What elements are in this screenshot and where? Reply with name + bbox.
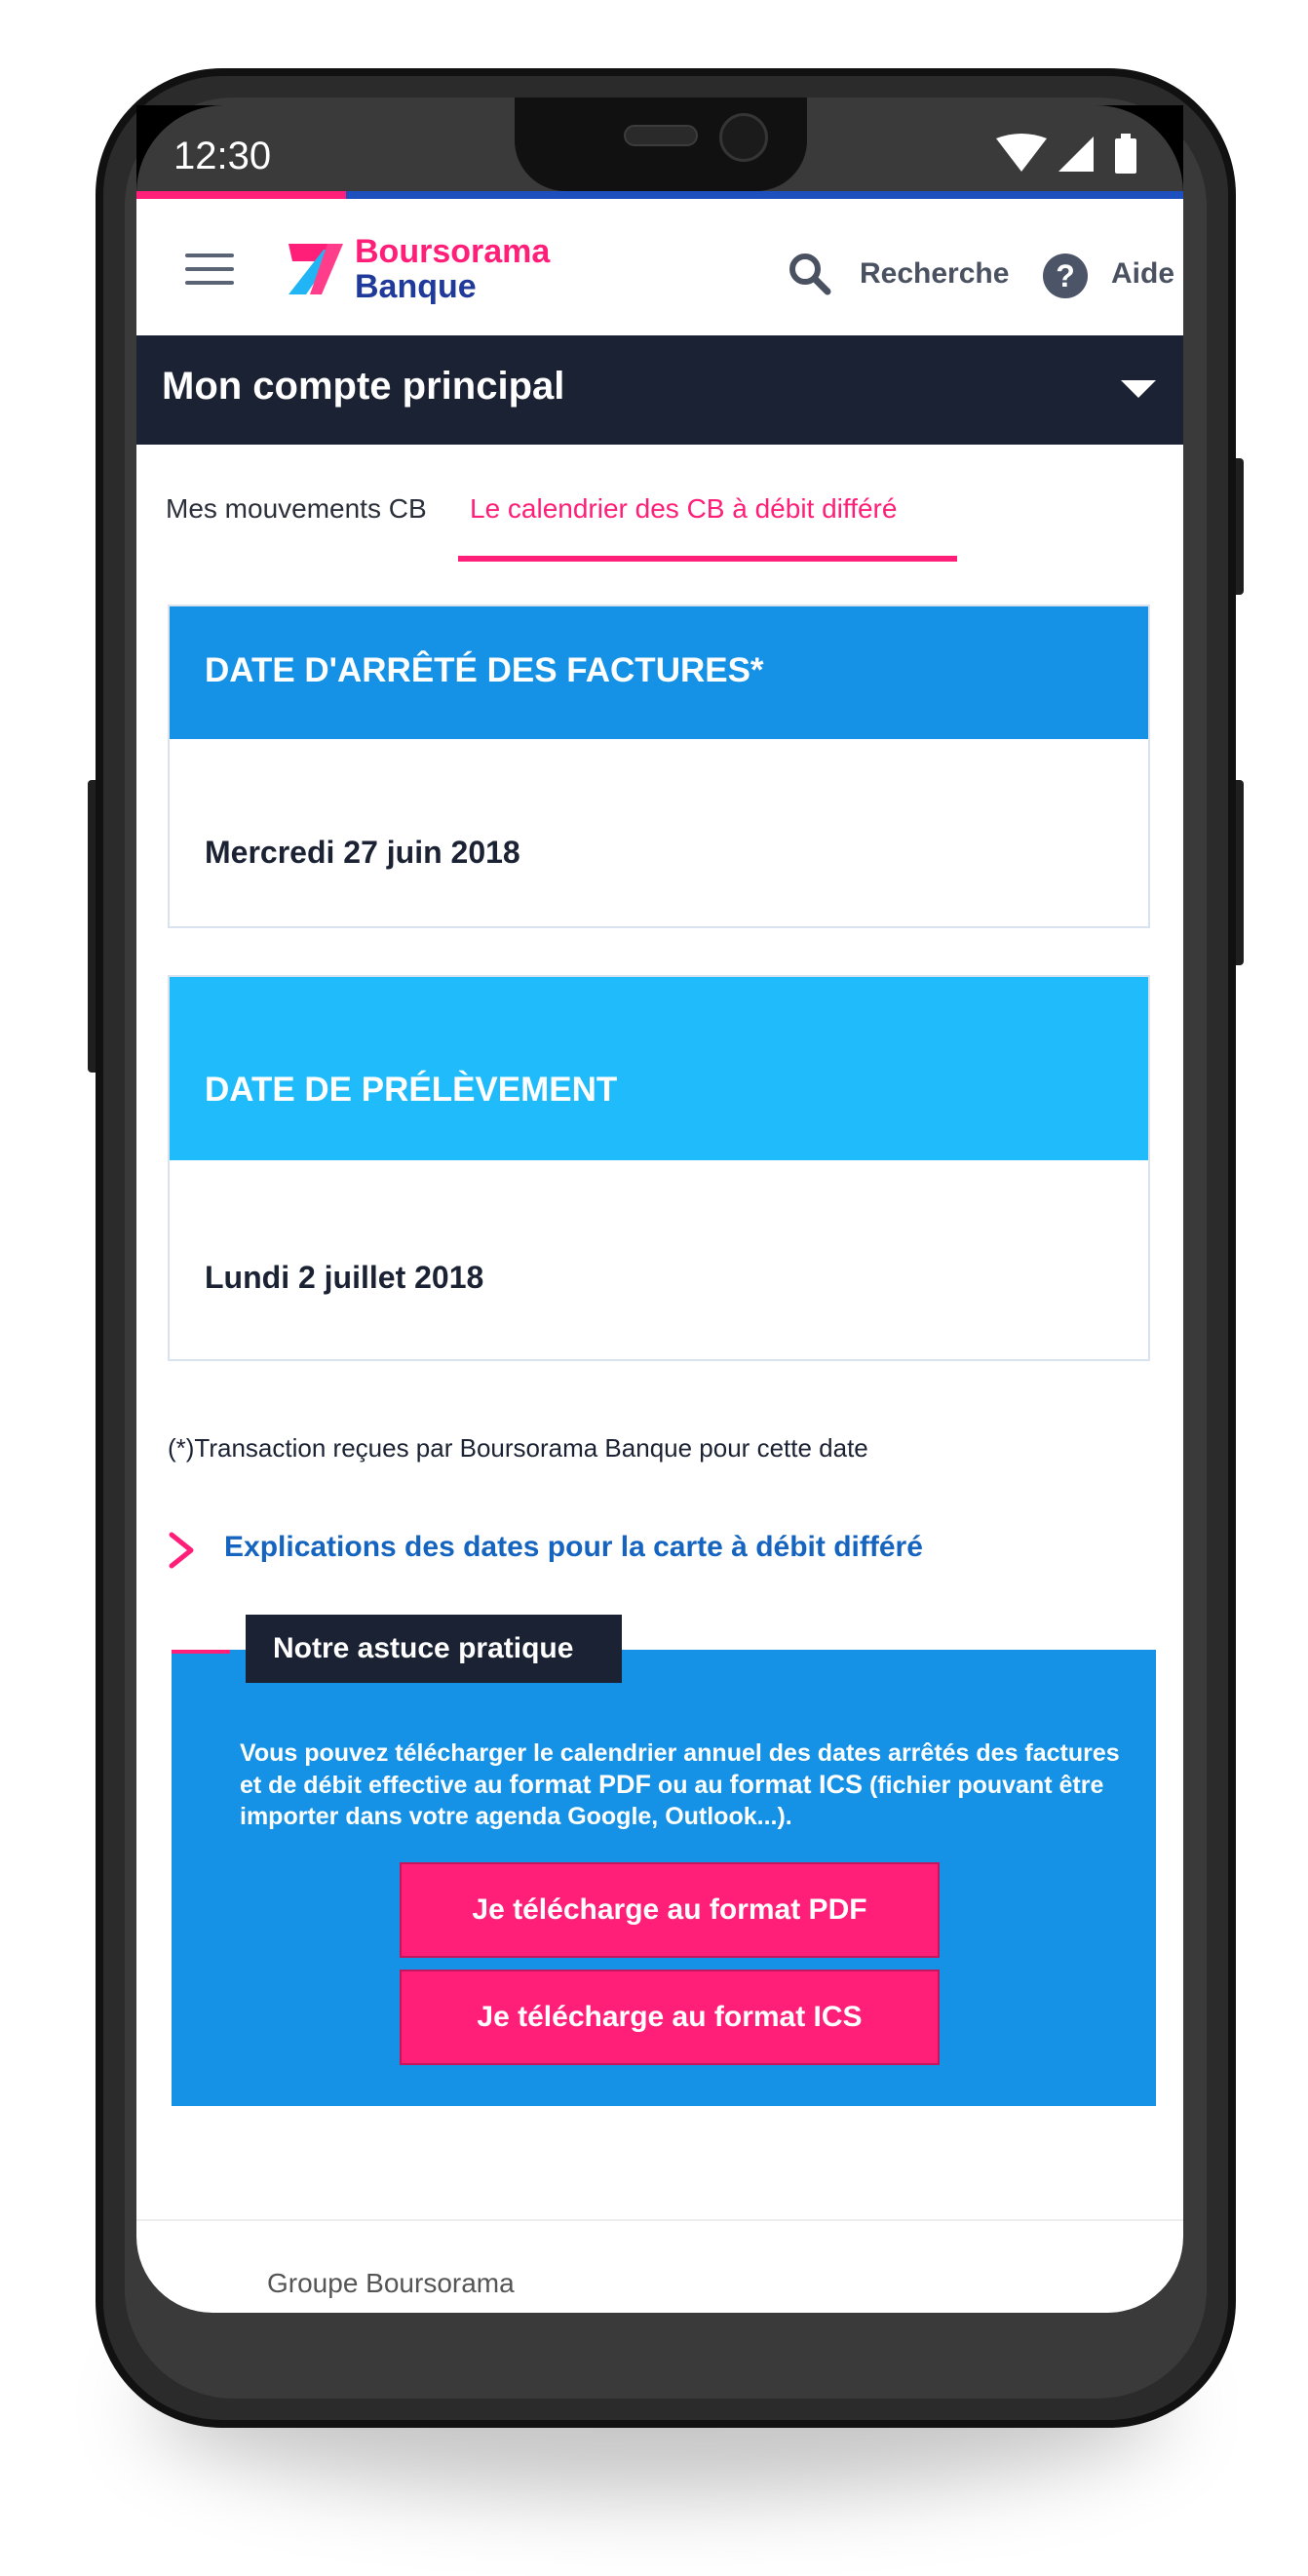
tip-accent — [172, 1650, 230, 1654]
app-header: Boursorama Banque Recherche ? Aide — [136, 199, 1183, 335]
brand-name[interactable]: Boursorama Banque — [355, 234, 550, 304]
help-icon[interactable]: ? — [1043, 254, 1088, 298]
brand-line-1: Boursorama — [355, 233, 551, 270]
status-time: 12:30 — [173, 135, 272, 177]
tip-box: Notre astuce pratique Vous pouvez téléch… — [172, 1615, 1156, 2106]
search-icon[interactable] — [786, 250, 832, 296]
system-icons — [996, 134, 1136, 174]
explain-link[interactable]: Explications des dates pour la carte à d… — [166, 1527, 1140, 1576]
footer-text[interactable]: Groupe Boursorama — [267, 2268, 515, 2299]
tip-label: Notre astuce pratique — [246, 1615, 622, 1683]
footnote: (*)Transaction reçues par Boursorama Ban… — [168, 1433, 868, 1463]
download-pdf-button[interactable]: Je télécharge au format PDF — [400, 1862, 940, 1958]
debit-date-heading: DATE DE PRÉLÈVEMENT — [205, 1071, 618, 1109]
invoice-date-header: DATE D'ARRÊTÉ DES FACTURES* — [170, 606, 1148, 739]
menu-icon[interactable] — [185, 254, 234, 285]
wifi-icon — [996, 134, 1047, 172]
tip-format-pdf: format PDF — [509, 1770, 651, 1799]
invoice-date-heading: DATE D'ARRÊTÉ DES FACTURES* — [205, 651, 764, 689]
brand-line-2: Banque — [355, 268, 477, 305]
boursorama-logo-icon[interactable] — [283, 236, 351, 304]
battery-icon — [1115, 138, 1136, 174]
tabs: Mes mouvements CB Le calendrier des CB à… — [136, 445, 1183, 567]
signal-icon — [1058, 137, 1094, 172]
download-ics-button[interactable]: Je télécharge au format ICS — [400, 1970, 940, 2065]
tab-calendrier-debit-differe[interactable]: Le calendrier des CB à débit différé — [470, 493, 897, 525]
explain-link-text[interactable]: Explications des dates pour la carte à d… — [224, 1531, 923, 1564]
chevron-right-icon — [169, 1532, 194, 1569]
brand-accent-line — [136, 191, 1183, 199]
debit-date-card: DATE DE PRÉLÈVEMENT Lundi 2 juillet 2018 — [168, 975, 1150, 1361]
speaker — [624, 125, 698, 146]
debit-date-header: DATE DE PRÉLÈVEMENT — [170, 977, 1148, 1160]
invoice-date-card: DATE D'ARRÊTÉ DES FACTURES* Mercredi 27 … — [168, 605, 1150, 928]
debit-date-value: Lundi 2 juillet 2018 — [205, 1260, 484, 1295]
active-tab-indicator — [458, 556, 957, 562]
invoice-date-value: Mercredi 27 juin 2018 — [205, 835, 520, 870]
tip-text-part2: ou au — [650, 1772, 730, 1799]
account-title: Mon compte principal — [162, 365, 565, 408]
app-screen: Boursorama Banque Recherche ? Aide Mon c… — [136, 191, 1183, 2313]
tip-format-ics: format ICS — [729, 1770, 864, 1799]
tab-mes-mouvements-cb[interactable]: Mes mouvements CB — [166, 493, 427, 525]
account-selector[interactable]: Mon compte principal — [136, 335, 1183, 445]
tip-text: Vous pouvez télécharger le calendrier an… — [240, 1737, 1127, 1832]
help-label[interactable]: Aide — [1111, 257, 1174, 291]
search-label[interactable]: Recherche — [860, 257, 1009, 291]
caret-down-icon[interactable] — [1121, 380, 1156, 398]
footer-divider — [136, 2219, 1183, 2221]
front-camera — [719, 113, 768, 162]
